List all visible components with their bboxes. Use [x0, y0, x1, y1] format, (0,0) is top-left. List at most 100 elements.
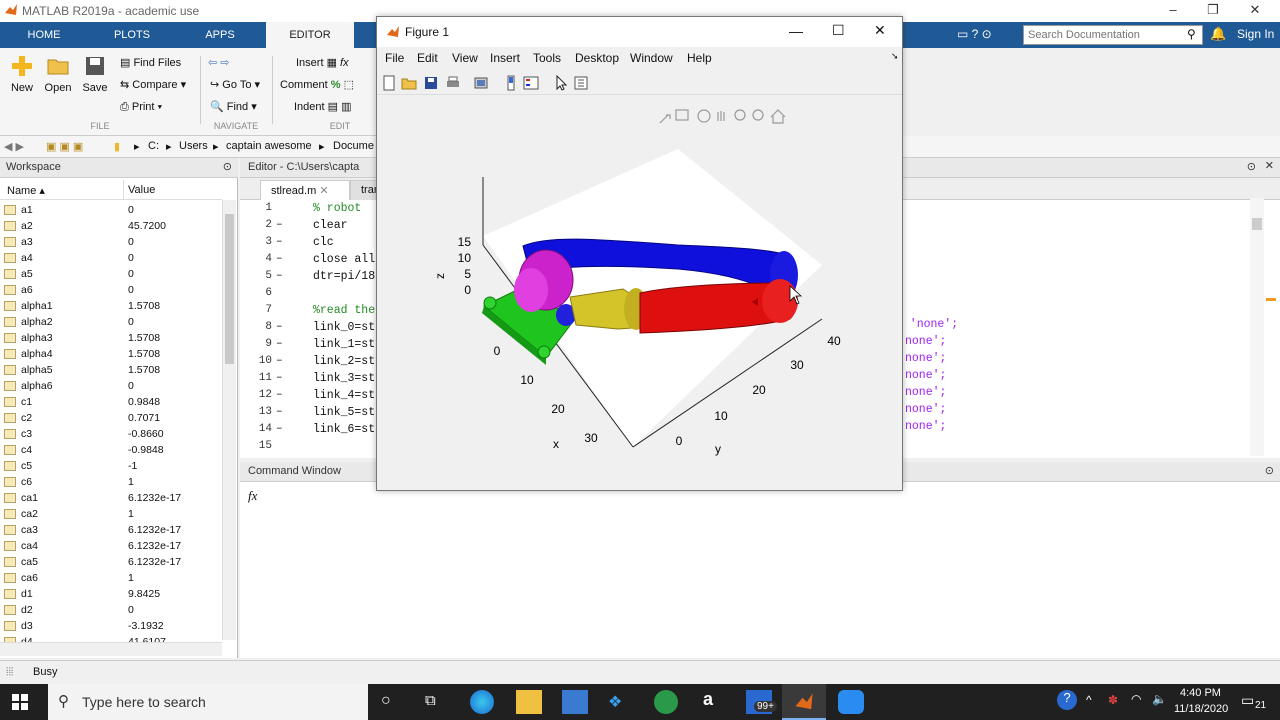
code-line[interactable]: clear	[313, 219, 348, 232]
breakpoint-marker[interactable]: –	[276, 253, 283, 265]
search-documentation-input[interactable]	[1023, 25, 1203, 45]
workspace-row[interactable]: d3 -3.1932	[0, 618, 222, 634]
breadcrumb-documents[interactable]: Docume	[333, 140, 374, 152]
code-line[interactable]: link_6=st	[313, 423, 375, 436]
save-button[interactable]: Save	[77, 54, 113, 94]
minimize-button[interactable]: —	[789, 23, 803, 39]
workspace-row[interactable]: ca6 1	[0, 570, 222, 586]
close-button[interactable]: ✕	[1240, 2, 1270, 18]
back-forward-icons[interactable]: ◀ ▶	[4, 140, 24, 153]
axes-toolbar[interactable]	[659, 109, 786, 124]
code-line[interactable]: link_2=st	[313, 355, 375, 368]
app-tray-icon[interactable]: ✽	[1108, 693, 1118, 707]
column-name[interactable]: Name ▴	[7, 184, 45, 197]
open-button[interactable]: Open	[40, 54, 76, 94]
workspace-row[interactable]: d2 0	[0, 602, 222, 618]
bell-icon[interactable]: 🔔	[1210, 26, 1226, 42]
fx-prompt-icon[interactable]: fx	[248, 488, 257, 504]
legend-icon[interactable]	[523, 75, 539, 91]
editor-tab-stlread[interactable]: stlread.m ✕	[260, 180, 350, 200]
quick-access-icons[interactable]: ▭ ? ⊙	[957, 27, 992, 41]
folder-nav-icons[interactable]: ▣ ▣ ▣	[46, 140, 83, 153]
workspace-row[interactable]: c1 0.9848	[0, 394, 222, 410]
save-icon[interactable]	[423, 75, 439, 91]
print-icon[interactable]	[445, 75, 461, 91]
close-icon[interactable]: ✕	[1265, 159, 1274, 172]
workspace-row[interactable]: ca1 6.1232e-17	[0, 490, 222, 506]
dropbox-icon[interactable]: ❖	[608, 692, 622, 712]
workspace-row[interactable]: c5 -1	[0, 458, 222, 474]
workspace-row[interactable]: a4 0	[0, 250, 222, 266]
code-line[interactable]: clc	[313, 236, 334, 249]
editor-scrollbar[interactable]	[1250, 198, 1264, 456]
code-line[interactable]: %read the	[313, 304, 375, 317]
sign-in-link[interactable]: Sign In	[1237, 27, 1274, 41]
workspace-row[interactable]: ca3 6.1232e-17	[0, 522, 222, 538]
panel-menu-icon[interactable]: ⊙	[1247, 160, 1256, 173]
figure-canvas[interactable]: 15 10 5 0 z 0 10 20 30 x 0 10 20 30 40 y	[378, 97, 901, 490]
tripadvisor-icon[interactable]	[654, 690, 678, 714]
tab-apps[interactable]: APPS	[176, 22, 264, 48]
link-plot-icon[interactable]	[473, 75, 489, 91]
workspace-row[interactable]: c6 1	[0, 474, 222, 490]
volume-icon[interactable]: 🔈	[1152, 692, 1167, 706]
breakpoint-marker[interactable]: –	[276, 270, 283, 282]
workspace-row[interactable]: alpha1 1.5708	[0, 298, 222, 314]
close-icon[interactable]: ✕	[319, 185, 328, 197]
help-icon[interactable]: ?	[1057, 690, 1077, 710]
maximize-button[interactable]: ☐	[832, 22, 845, 39]
property-editor-icon[interactable]	[573, 75, 589, 91]
amazon-icon[interactable]: a	[703, 689, 713, 710]
breakpoint-marker[interactable]: –	[276, 355, 283, 367]
clock-time[interactable]: 4:40 PM	[1180, 687, 1221, 699]
workspace-hscrollbar[interactable]	[0, 642, 222, 656]
task-view-icon[interactable]: ⧉	[425, 692, 436, 709]
tab-home[interactable]: HOME	[0, 22, 88, 48]
breadcrumb-users[interactable]: Users	[179, 140, 208, 152]
breakpoint-marker[interactable]: –	[276, 338, 283, 350]
workspace-row[interactable]: a5 0	[0, 266, 222, 282]
breakpoint-marker[interactable]: –	[276, 372, 283, 384]
panel-menu-icon[interactable]: ⊙	[223, 160, 232, 173]
search-icon[interactable]: ⚲	[1187, 27, 1196, 41]
menu-tools[interactable]: Tools	[533, 51, 561, 65]
code-line[interactable]: link_1=st	[313, 338, 375, 351]
workspace-row[interactable]: a1 0	[0, 202, 222, 218]
workspace-row[interactable]: alpha3 1.5708	[0, 330, 222, 346]
close-button[interactable]: ✕	[874, 22, 886, 39]
workspace-row[interactable]: ca2 1	[0, 506, 222, 522]
cortana-icon[interactable]: ○	[381, 692, 391, 710]
panel-menu-icon[interactable]: ⊙	[1265, 464, 1274, 477]
menu-help[interactable]: Help	[687, 51, 712, 65]
workspace-scrollbar[interactable]	[222, 200, 236, 640]
clock-date[interactable]: 11/18/2020	[1174, 703, 1228, 715]
code-line[interactable]: close all	[313, 253, 375, 266]
file-explorer-icon[interactable]	[516, 690, 542, 714]
find-files-button[interactable]: ▤ Find Files	[120, 54, 181, 72]
breakpoint-marker[interactable]: –	[276, 219, 283, 231]
workspace-row[interactable]: c4 -0.9848	[0, 442, 222, 458]
code-line[interactable]: link_0=st	[313, 321, 375, 334]
restore-button[interactable]: ❐	[1198, 2, 1228, 18]
workspace-row[interactable]: alpha4 1.5708	[0, 346, 222, 362]
breakpoint-marker[interactable]: –	[276, 406, 283, 418]
indent-button[interactable]: Indent ▤ ▥	[294, 98, 352, 116]
scroll-thumb[interactable]	[1252, 218, 1262, 230]
find-button[interactable]: 🔍 Find ▾	[210, 98, 257, 116]
compare-button[interactable]: ⇆ Compare ▾	[120, 76, 186, 94]
breakpoint-marker[interactable]: –	[276, 321, 283, 333]
menu-edit[interactable]: Edit	[417, 51, 438, 65]
notification-icon[interactable]: ▭	[1241, 692, 1254, 709]
breakpoint-marker[interactable]: –	[276, 389, 283, 401]
zoom-icon[interactable]	[838, 690, 864, 714]
go-to-button[interactable]: ↪ Go To ▾	[210, 76, 260, 94]
comment-button[interactable]: Comment % ⬚	[280, 76, 354, 94]
taskbar-search-box[interactable]: ⚲ Type here to search	[48, 684, 368, 720]
robot-plot[interactable]: 15 10 5 0 z 0 10 20 30 x 0 10 20 30 40 y	[378, 97, 901, 490]
breakpoint-marker[interactable]: –	[276, 423, 283, 435]
breadcrumb-user[interactable]: captain awesome	[226, 140, 312, 152]
column-value[interactable]: Value	[128, 184, 155, 196]
colorbar-icon[interactable]	[503, 75, 519, 91]
workspace-row[interactable]: c3 -0.8660	[0, 426, 222, 442]
menu-view[interactable]: View	[452, 51, 478, 65]
